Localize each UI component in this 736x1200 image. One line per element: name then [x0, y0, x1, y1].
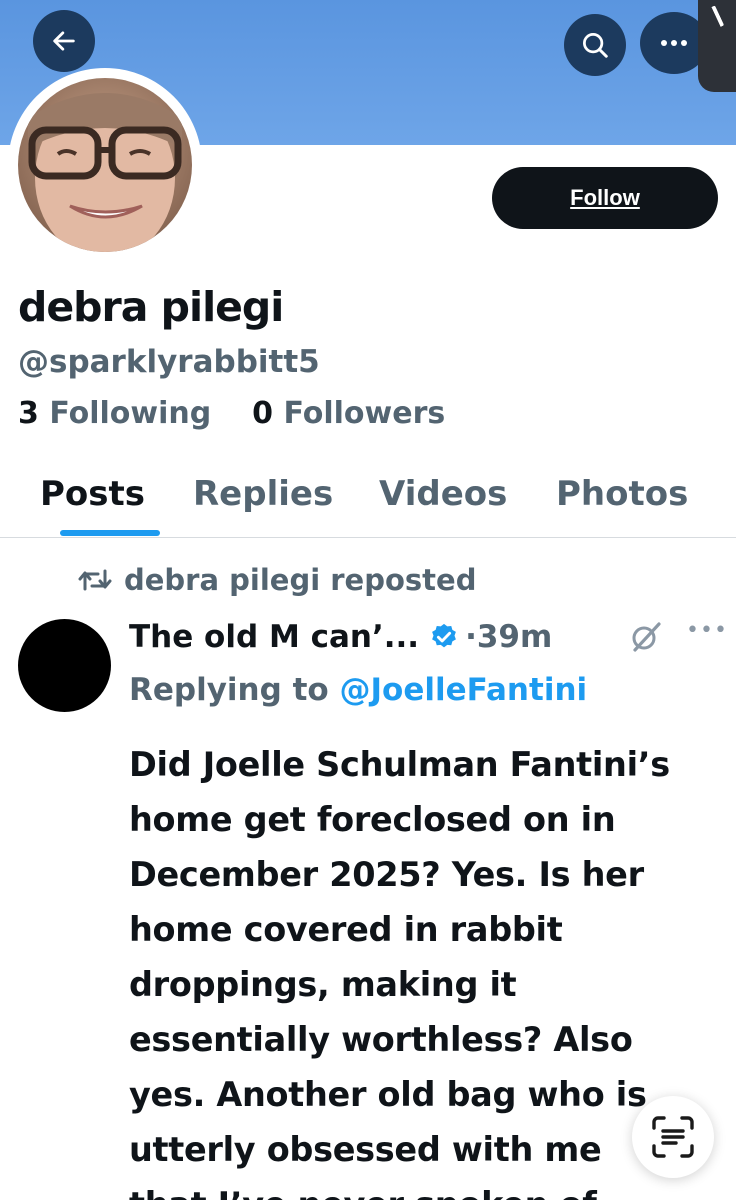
following-label: Following	[49, 396, 212, 431]
search-icon	[583, 33, 608, 58]
repost-context: debra pilegi reposted	[78, 563, 476, 597]
repost-icon	[78, 569, 112, 591]
profile-avatar[interactable]	[8, 68, 202, 262]
profile-tabs: Posts Replies Videos Photos	[0, 470, 736, 538]
post-text-line: Did Joelle Schulman Fantini’s	[129, 745, 670, 784]
repost-text[interactable]: debra pilegi reposted	[124, 563, 476, 597]
back-button[interactable]	[33, 10, 95, 72]
post-text-line: home covered in rabbit	[129, 910, 563, 949]
post-text-line: that I’ve never spoken of.	[129, 1177, 729, 1200]
live-text-scan-button[interactable]	[632, 1096, 714, 1178]
overlay-handle	[698, 0, 736, 92]
following-link[interactable]: 3 Following	[18, 396, 222, 431]
post-time[interactable]: 39m	[477, 619, 552, 655]
verified-badge-icon	[432, 623, 456, 648]
tab-photos[interactable]: Photos	[556, 474, 688, 514]
arrow-left-icon	[53, 31, 75, 51]
post-author-avatar[interactable]	[18, 619, 111, 712]
grok-icon[interactable]	[629, 620, 663, 654]
user-handle: @sparklyrabbitt5	[18, 344, 320, 380]
tab-videos[interactable]: Videos	[379, 474, 507, 514]
avatar-photo	[18, 78, 192, 252]
following-count: 3	[18, 396, 39, 431]
text-scan-icon	[652, 1116, 694, 1158]
replying-prefix: Replying to	[129, 672, 329, 708]
active-tab-indicator	[60, 530, 160, 536]
post-text-line: home get foreclosed on in	[129, 800, 616, 839]
replying-to: Replying to @JoelleFantini	[129, 672, 587, 708]
tab-replies[interactable]: Replies	[193, 474, 333, 514]
search-button[interactable]	[564, 14, 626, 76]
followers-link[interactable]: 0 Followers	[252, 396, 445, 431]
post-header: The old M can’... · 39m •••	[129, 614, 729, 660]
display-name: debra pilegi	[18, 283, 284, 331]
followers-count: 0	[252, 396, 274, 431]
replying-mention-link[interactable]: @JoelleFantini	[340, 672, 588, 708]
followers-label: Followers	[283, 396, 446, 431]
separator-dot: ·	[465, 619, 477, 655]
tab-posts[interactable]: Posts	[40, 474, 145, 514]
follow-button[interactable]: Follow	[492, 167, 718, 229]
follow-counts: 3 Following 0 Followers	[18, 396, 445, 431]
post-text-line: December 2025? Yes. Is her	[129, 855, 644, 894]
more-horizontal-icon	[661, 40, 687, 46]
post-more-icon[interactable]: •••	[686, 618, 728, 643]
post-author-name[interactable]: The old M can’...	[129, 619, 419, 655]
post-text-line: droppings, making it	[129, 965, 517, 1004]
post-text-line: essentially worthless? Also	[129, 1020, 633, 1059]
